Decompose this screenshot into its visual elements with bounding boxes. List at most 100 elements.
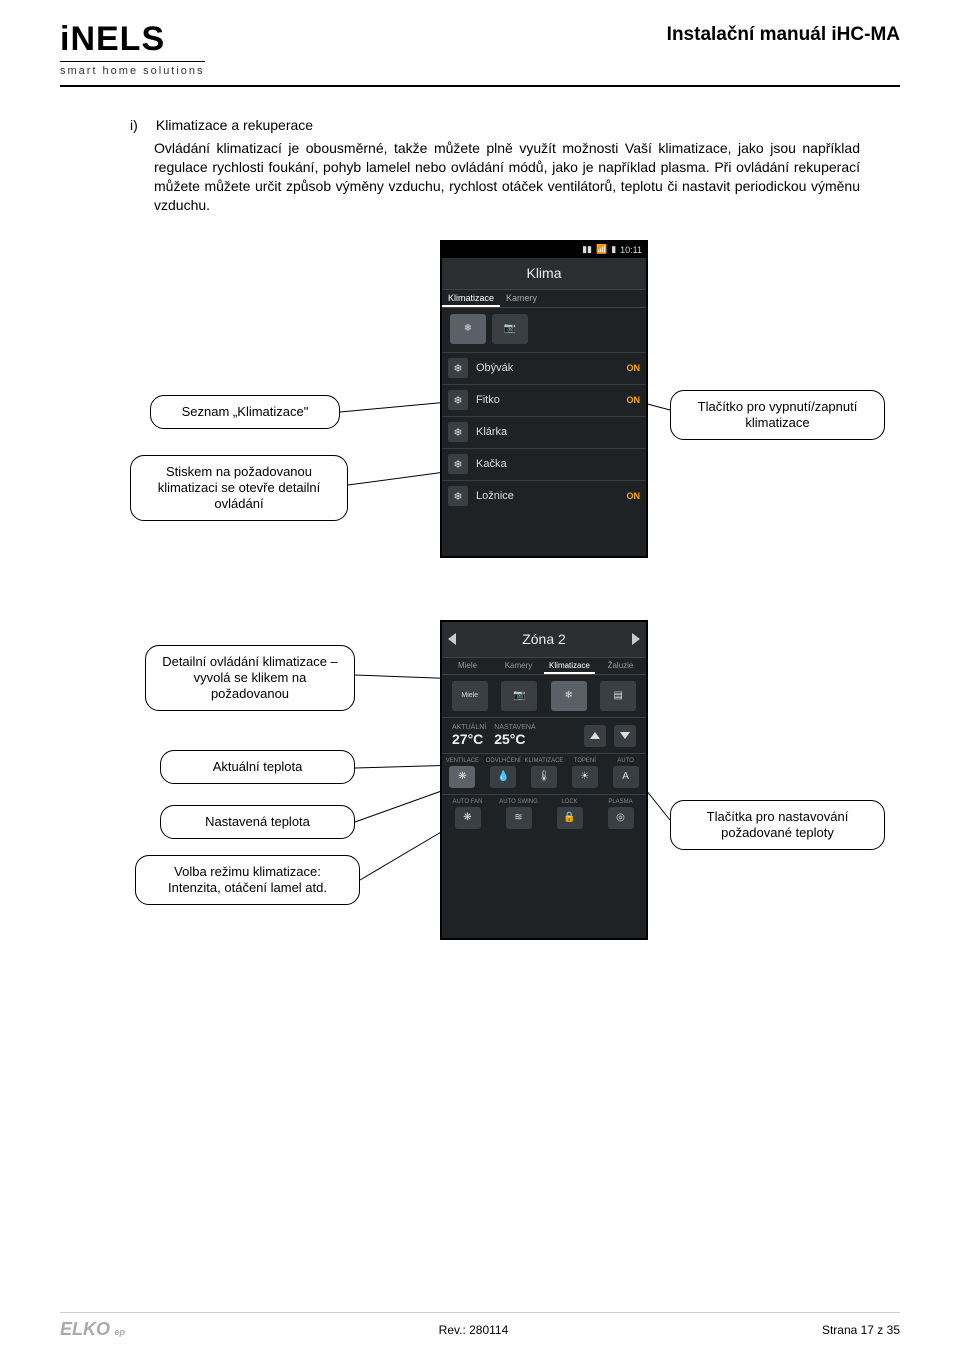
on-toggle[interactable]: ON (627, 395, 641, 405)
callout-stiskem: Stiskem na požadovanou klimatizaci se ot… (130, 455, 348, 522)
snowflake-icon: ❄ (448, 358, 468, 378)
drop-icon[interactable]: 💧 (490, 766, 516, 788)
selector-icons: ❄ 📷 (442, 308, 646, 352)
sub-tabs: Miele Kamery Klimatizace Žaluzie (442, 658, 646, 675)
footer-logo-block: ELKO ep (60, 1319, 125, 1340)
sun-icon[interactable]: ☀ (572, 766, 598, 788)
set-temp-label: NASTAVENÁ (494, 724, 535, 731)
mode-auto: AUTO A (605, 754, 646, 794)
battery-icon: ▮ (611, 244, 616, 255)
set-temp-block: NASTAVENÁ 25°C (494, 724, 535, 747)
fan-auto-icon[interactable]: ❋ (455, 807, 481, 829)
logo-sub: smart home solutions (60, 61, 205, 77)
callout-volba: Volba režimu klimatizace: Intenzita, otá… (135, 855, 360, 906)
next-zone-button[interactable] (632, 633, 640, 645)
tab-zaluzie[interactable]: Žaluzie (595, 658, 646, 674)
row-label: Kačka (476, 458, 640, 470)
tab-miele[interactable]: Miele (442, 658, 493, 674)
set-temp-value: 25°C (494, 731, 535, 747)
zone-title: Zóna 2 (522, 631, 566, 647)
prev-zone-button[interactable] (448, 633, 456, 645)
camera-icon[interactable]: 📷 (501, 681, 537, 711)
section-paragraph: Ovládání klimatizací je obousměrné, takž… (154, 139, 860, 215)
mode-lock: LOCK 🔒 (544, 795, 595, 835)
actual-temp-value: 27°C (452, 731, 486, 747)
signal-icon: ▮▮ (582, 244, 592, 255)
on-toggle[interactable]: ON (627, 363, 641, 373)
list-item[interactable]: ❄ Obývák ON (442, 352, 646, 384)
snowflake-icon[interactable]: ❄ (551, 681, 587, 711)
phone-screenshot-1: ▮▮ 📶 ▮ 10:11 Klima Klimatizace Kamery ❄ … (440, 240, 648, 558)
temp-up-button[interactable] (584, 725, 606, 747)
mode-autofan: AUTO FAN ❋ (442, 795, 493, 835)
snowflake-icon: ❄ (448, 422, 468, 442)
mode-strip-2: AUTO FAN ❋ AUTO SWING ≋ LOCK 🔒 PLASMA ◎ (442, 794, 646, 835)
footer-logo-sub: ep (114, 1327, 125, 1337)
auto-icon[interactable]: A (613, 766, 639, 788)
list-item[interactable]: ❄ Klárka (442, 416, 646, 448)
page-footer: ELKO ep Rev.: 280114 Strana 17 z 35 (60, 1312, 900, 1340)
document-title: Instalační manuál iHC-MA (667, 20, 900, 46)
row-label: Fitko (476, 394, 627, 406)
bullet-label: i) (130, 117, 152, 133)
list-item[interactable]: ❄ Kačka (442, 448, 646, 480)
tab-kamery[interactable]: Kamery (500, 290, 543, 307)
blinds-icon[interactable]: ▤ (600, 681, 636, 711)
on-toggle[interactable]: ON (627, 491, 641, 501)
actual-temp-label: AKTUÁLNÍ (452, 724, 486, 731)
mode-topeni: TOPENÍ ☀ (564, 754, 605, 794)
plasma-icon[interactable]: ◎ (608, 807, 634, 829)
tab-klimatizace[interactable]: Klimatizace (544, 658, 595, 674)
snowflake-icon[interactable]: ❄ (450, 314, 486, 344)
top-tabs: Klimatizace Kamery (442, 290, 646, 308)
fan-icon[interactable]: ❋ (449, 766, 475, 788)
row-label: Ložnice (476, 490, 627, 502)
callout-detail: Detailní ovládání klimatizace – vyvolá s… (145, 645, 355, 712)
temperature-row: AKTUÁLNÍ 27°C NASTAVENÁ 25°C (442, 717, 646, 753)
clock: 10:11 (620, 245, 642, 255)
section-heading: i) Klimatizace a rekuperace (130, 117, 860, 133)
snowflake-icon: ❄ (448, 390, 468, 410)
camera-icon[interactable]: 📷 (492, 314, 528, 344)
mode-klimatizace: KLIMATIZACE 🌡 (524, 754, 565, 794)
screen-title-label: Klima (526, 265, 561, 281)
logo-main: iNELS (60, 20, 205, 59)
row-label: Klárka (476, 426, 640, 438)
mode-autoswing: AUTO SWING ≋ (493, 795, 544, 835)
diagram-1: Seznam „Klimatizace" Stiskem na požadova… (130, 240, 860, 590)
swing-icon[interactable]: ≋ (506, 807, 532, 829)
wifi-icon: 📶 (596, 244, 607, 255)
snowflake-icon: ❄ (448, 486, 468, 506)
diagram-2: Detailní ovládání klimatizace – vyvolá s… (130, 620, 860, 980)
logo-block: iNELS smart home solutions (60, 20, 205, 77)
page-header: iNELS smart home solutions Instalační ma… (60, 20, 900, 87)
snowflake-icon: ❄ (448, 454, 468, 474)
page: iNELS smart home solutions Instalační ma… (0, 0, 960, 1358)
callout-tlacitka-nast: Tlačítka pro nastavování požadované tepl… (670, 800, 885, 851)
tab-klimatizace[interactable]: Klimatizace (442, 290, 500, 307)
footer-revision: Rev.: 280114 (439, 1323, 509, 1337)
content: i) Klimatizace a rekuperace Ovládání kli… (60, 117, 900, 980)
thermometer-icon[interactable]: 🌡 (531, 766, 557, 788)
callout-aktualni: Aktuální teplota (160, 750, 355, 784)
section-title: Klimatizace a rekuperace (156, 117, 313, 133)
callout-onoff: Tlačítko pro vypnutí/zapnutí klimatizace (670, 390, 885, 441)
footer-logo: ELKO (60, 1319, 110, 1339)
lock-icon[interactable]: 🔒 (557, 807, 583, 829)
status-bar: ▮▮ 📶 ▮ 10:11 (442, 242, 646, 258)
miele-icon[interactable]: Miele (452, 681, 488, 711)
mode-odvlhceni: ODVLHČENÍ 💧 (483, 754, 524, 794)
callout-seznam: Seznam „Klimatizace" (150, 395, 340, 429)
climate-list: ❄ Obývák ON ❄ Fitko ON ❄ Klárka (442, 352, 646, 512)
list-item[interactable]: ❄ Ložnice ON (442, 480, 646, 512)
zone-bar: Zóna 2 (442, 622, 646, 658)
list-item[interactable]: ❄ Fitko ON (442, 384, 646, 416)
tab-kamery[interactable]: Kamery (493, 658, 544, 674)
callout-nastavena: Nastavená teplota (160, 805, 355, 839)
mode-strip-1: VENTILACE ❋ ODVLHČENÍ 💧 KLIMATIZACE 🌡 TO… (442, 753, 646, 794)
temp-down-button[interactable] (614, 725, 636, 747)
mode-ventilace: VENTILACE ❋ (442, 754, 483, 794)
actual-temp-block: AKTUÁLNÍ 27°C (452, 724, 486, 747)
phone-screenshot-2: Zóna 2 Miele Kamery Klimatizace Žaluzie … (440, 620, 648, 940)
mode-plasma: PLASMA ◎ (595, 795, 646, 835)
